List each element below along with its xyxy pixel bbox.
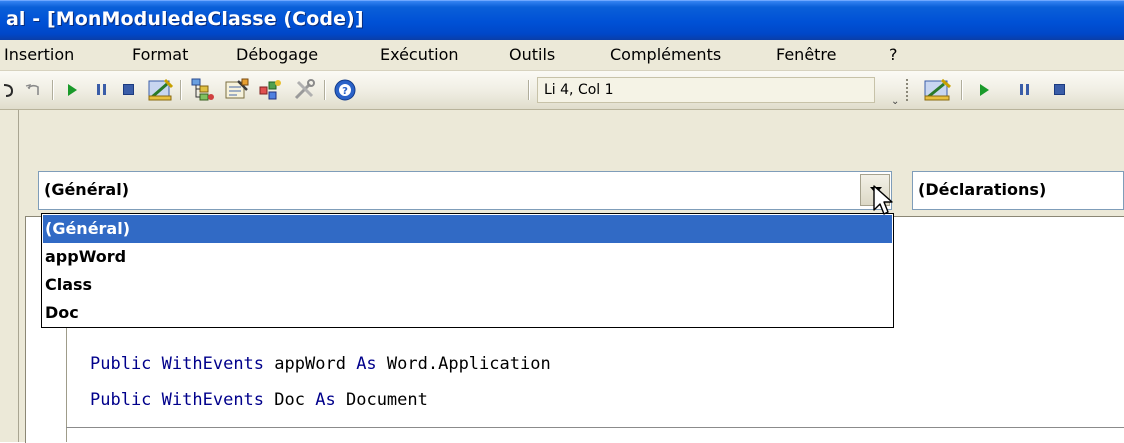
- dropdown-option-appword[interactable]: appWord: [43, 243, 892, 271]
- redo-icon[interactable]: [24, 81, 42, 103]
- standard-toolbar: ? Li 4, Col 1 ⌄: [0, 71, 1124, 110]
- run-icon-2[interactable]: [980, 84, 989, 96]
- menu-insertion[interactable]: Insertion: [4, 45, 74, 64]
- menu-help[interactable]: ?: [889, 45, 898, 64]
- line-column-indicator: Li 4, Col 1: [537, 77, 875, 103]
- menu-bar: Insertion Format Débogage Exécution Outi…: [0, 40, 1124, 71]
- undo-icon[interactable]: [2, 81, 16, 103]
- svg-text:?: ?: [342, 86, 348, 97]
- object-browser-icon[interactable]: [258, 78, 284, 100]
- break-icon-2[interactable]: [1020, 84, 1029, 95]
- dropdown-option-doc[interactable]: Doc: [43, 299, 892, 327]
- properties-icon[interactable]: [224, 78, 250, 100]
- toolbar-grip-icon[interactable]: [906, 79, 908, 101]
- reset-icon[interactable]: [123, 84, 134, 95]
- toolbox-icon[interactable]: [292, 78, 318, 100]
- menu-fenetre[interactable]: Fenêtre: [776, 45, 837, 64]
- menu-format[interactable]: Format: [132, 45, 188, 64]
- reset-icon-2[interactable]: [1054, 84, 1065, 95]
- design-mode-icon[interactable]: [148, 78, 174, 101]
- code-line[interactable]: Public WithEvents appWord As Word.Applic…: [90, 354, 551, 374]
- title-bar: al - [MonModuledeClasse (Code)]: [0, 0, 1124, 40]
- window-left-border: [0, 110, 19, 442]
- toolbar-options-icon[interactable]: ⌄: [891, 96, 899, 107]
- menu-outils[interactable]: Outils: [509, 45, 555, 64]
- design-mode-icon-2[interactable]: [924, 78, 952, 101]
- dropdown-option-general[interactable]: (Général): [43, 215, 892, 243]
- code-line[interactable]: Public WithEvents Doc As Document: [90, 390, 428, 410]
- window-title: al - [MonModuledeClasse (Code)]: [6, 8, 364, 30]
- procedure-combo[interactable]: (Déclarations): [912, 171, 1124, 210]
- help-icon[interactable]: ?: [333, 78, 357, 101]
- menu-execution[interactable]: Exécution: [380, 45, 459, 64]
- object-dropdown-list[interactable]: (Général) appWord Class Doc: [41, 213, 894, 328]
- menu-complements[interactable]: Compléments: [610, 45, 721, 64]
- menu-debogage[interactable]: Débogage: [236, 45, 318, 64]
- mouse-cursor-icon: [873, 185, 895, 223]
- dropdown-option-class[interactable]: Class: [43, 271, 892, 299]
- procedure-separator: [66, 427, 1124, 428]
- break-icon[interactable]: [97, 84, 106, 95]
- object-combo[interactable]: (Général): [38, 171, 892, 210]
- project-explorer-icon[interactable]: [190, 77, 216, 101]
- run-icon[interactable]: [68, 84, 77, 96]
